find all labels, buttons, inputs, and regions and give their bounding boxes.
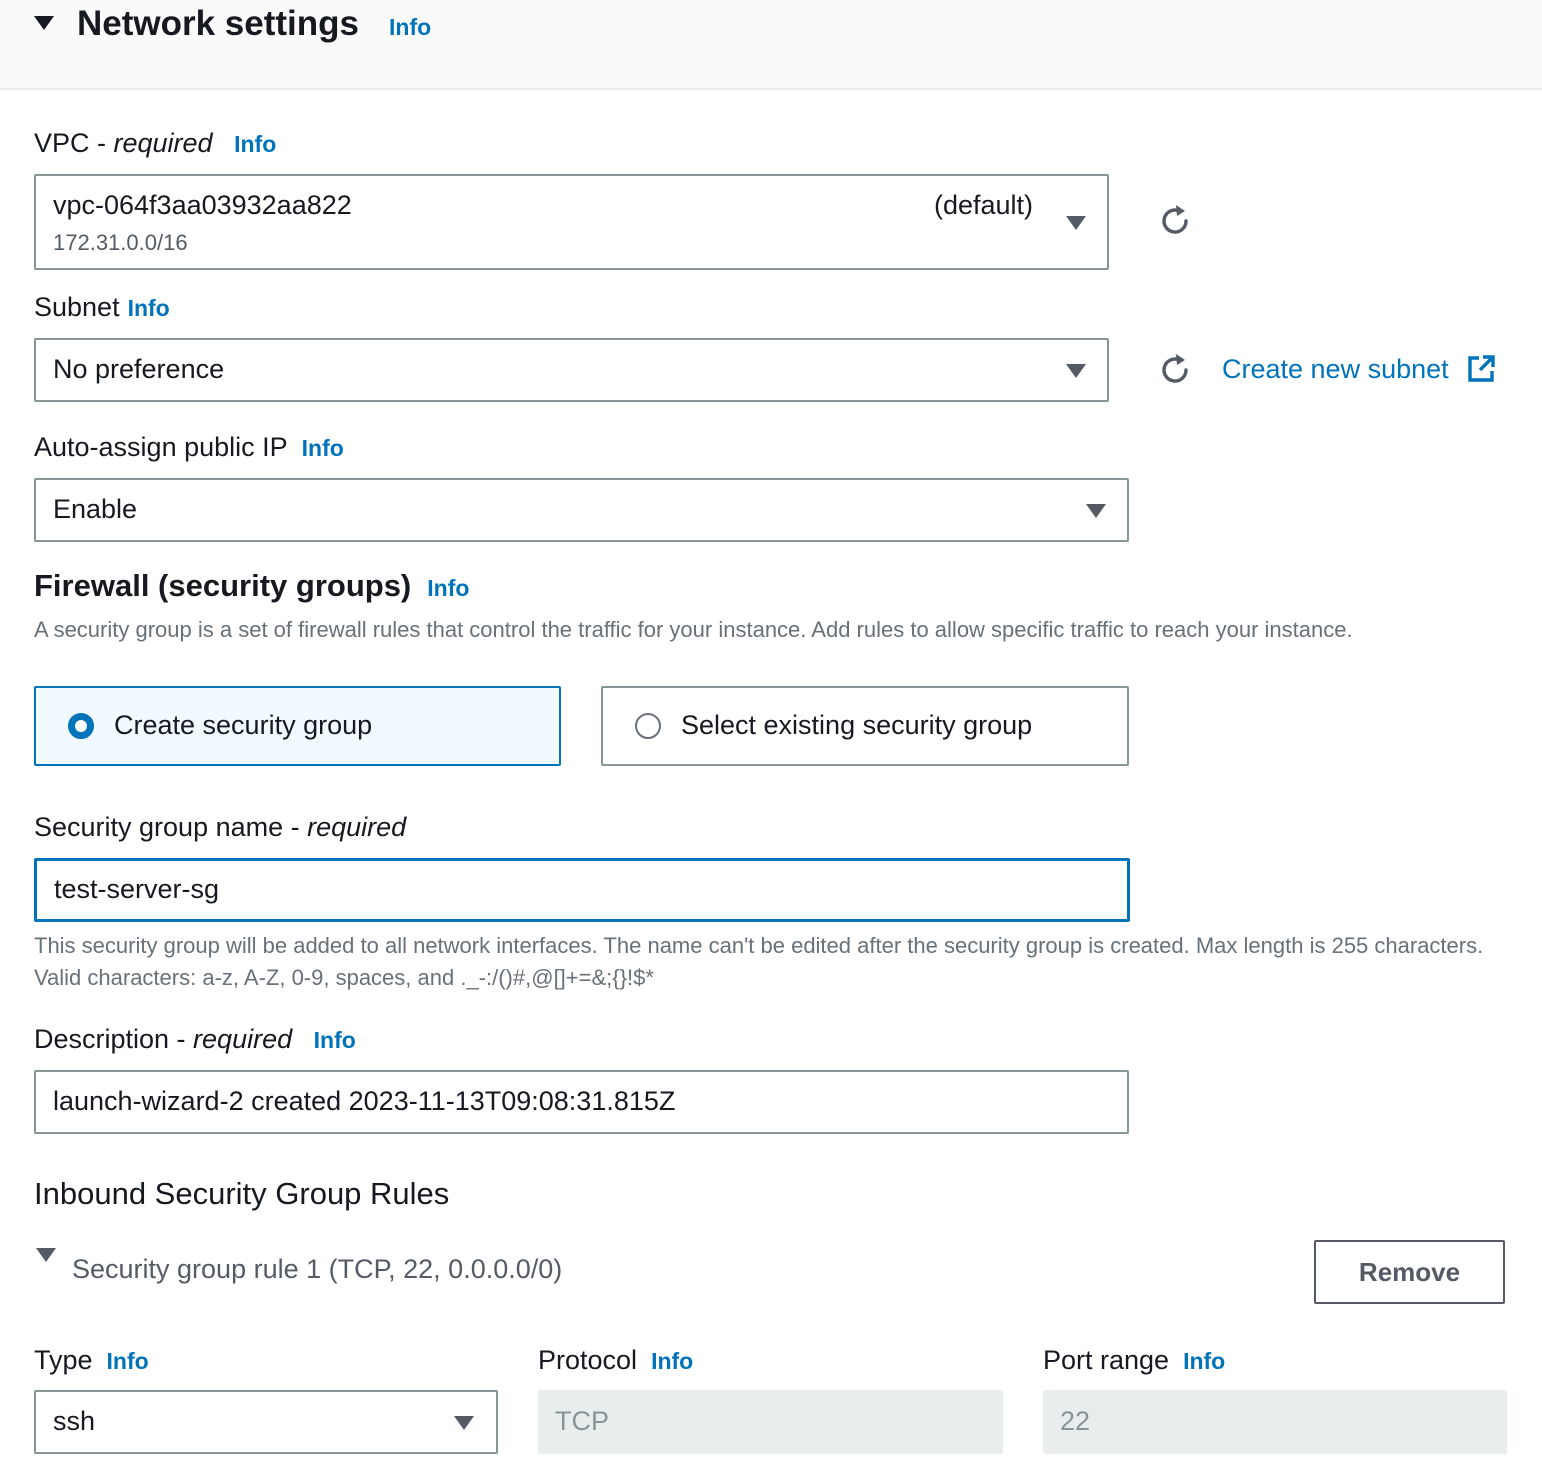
firewall-title: Firewall (security groups) Info [34,568,470,603]
vpc-label: VPC - required Info [34,128,277,158]
info-link[interactable]: Info [389,14,431,41]
info-link[interactable]: Info [128,295,170,321]
external-link-icon[interactable] [1466,354,1496,384]
section-header: Network settings Info [0,0,1542,90]
protocol-label: Protocol Info [538,1345,694,1375]
refresh-icon[interactable] [1157,203,1193,239]
sg-name-label: Security group name - required [34,812,407,842]
info-link[interactable]: Info [302,435,344,461]
caret-down-icon [1066,216,1086,230]
caret-down-icon [1086,504,1106,518]
sg-name-input[interactable]: test-server-sg [34,858,1130,922]
info-link[interactable]: Info [107,1348,149,1374]
caret-down-icon [1066,364,1086,378]
radio-unselected[interactable] [635,713,661,739]
vpc-default-tag: (default) [934,190,1034,220]
subnet-label: Subnet Info [34,292,170,322]
create-new-subnet-link[interactable]: Create new subnet [1222,354,1449,385]
refresh-icon[interactable] [1157,352,1193,388]
info-link[interactable]: Info [314,1027,356,1053]
vpc-cidr: 172.31.0.0/16 [53,230,188,255]
subnet-select[interactable]: No preference [34,338,1109,402]
rule-1-title: Security group rule 1 (TCP, 22, 0.0.0.0/… [72,1254,563,1284]
type-label: Type Info [34,1345,149,1375]
radio-selected[interactable] [68,713,94,739]
sg-name-hint: This security group will be added to all… [34,933,1484,990]
description-input[interactable]: launch-wizard-2 created 2023-11-13T09:08… [34,1070,1129,1134]
remove-button[interactable]: Remove [1314,1240,1505,1304]
type-select[interactable]: ssh [34,1390,498,1454]
caret-down-icon[interactable] [36,1248,56,1262]
info-link[interactable]: Info [651,1348,693,1374]
inbound-rules-title: Inbound Security Group Rules [34,1176,450,1211]
info-link[interactable]: Info [1183,1348,1225,1374]
auto-assign-ip-label: Auto-assign public IP Info [34,432,344,462]
firewall-description: A security group is a set of firewall ru… [34,617,1353,642]
caret-down-icon[interactable] [34,16,54,30]
vpc-id: vpc-064f3aa03932aa822 [53,190,352,220]
vpc-select[interactable]: vpc-064f3aa03932aa822 172.31.0.0/16 (def… [34,174,1109,270]
port-range-label: Port range Info [1043,1345,1226,1375]
description-label: Description - required Info [34,1024,356,1054]
protocol-field: TCP [538,1390,1003,1454]
auto-assign-ip-select[interactable]: Enable [34,478,1129,542]
section-title: Network settings [77,4,359,43]
info-link[interactable]: Info [427,575,469,601]
caret-down-icon [454,1416,474,1430]
create-security-group-option[interactable]: Create security group [34,686,561,766]
select-existing-security-group-option[interactable]: Select existing security group [601,686,1129,766]
port-range-field: 22 [1043,1390,1507,1454]
info-link[interactable]: Info [234,131,276,157]
